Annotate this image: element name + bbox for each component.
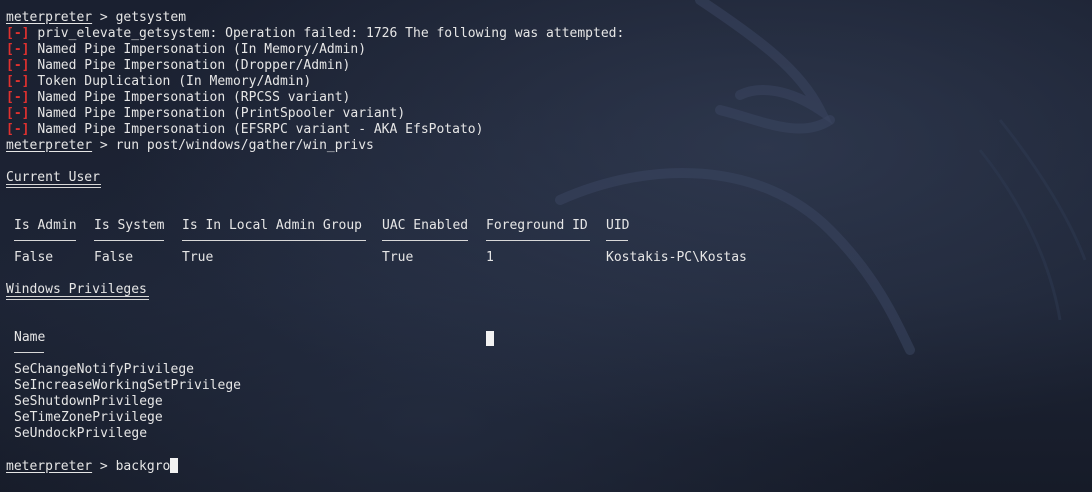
- error-tag: [-]: [6, 42, 30, 57]
- privilege-name: SeUndockPrivilege: [14, 426, 148, 441]
- error-line: [-] priv_elevate_getsystem: Operation fa…: [6, 26, 1092, 42]
- error-tag: [-]: [6, 122, 30, 137]
- column-header: Foreground ID: [486, 218, 588, 233]
- list-item: SeChangeNotifyPrivilege: [6, 362, 1092, 378]
- table-row: False False True True 1 Kostakis-PC\Kost…: [6, 250, 1092, 266]
- privilege-name: SeChangeNotifyPrivilege: [14, 362, 195, 377]
- table-cell: 1: [486, 250, 494, 265]
- table-cell: False: [14, 250, 54, 265]
- header-underline: [382, 240, 468, 241]
- terminal-output[interactable]: meterpreter > getsystem [-] priv_elevate…: [6, 10, 1092, 474]
- error-text: Named Pipe Impersonation (PrintSpooler v…: [37, 106, 406, 121]
- prompt-separator: >: [92, 138, 116, 153]
- error-line: [-] Named Pipe Impersonation (PrintSpool…: [6, 106, 1092, 122]
- table-cell: True: [182, 250, 214, 265]
- command-input[interactable]: backgro: [116, 459, 171, 474]
- privilege-name: SeIncreaseWorkingSetPrivilege: [14, 378, 241, 393]
- error-tag: [-]: [6, 58, 30, 73]
- error-text: priv_elevate_getsystem: Operation failed…: [37, 26, 625, 41]
- table-header: Is Admin Is System Is In Local Admin Gro…: [6, 218, 1092, 234]
- error-tag: [-]: [6, 74, 30, 89]
- section-title-current-user: Current User: [6, 170, 1092, 188]
- prompt-line: meterpreter > getsystem: [6, 10, 1092, 26]
- column-header: UID: [606, 218, 630, 233]
- error-line: [-] Named Pipe Impersonation (EFSRPC var…: [6, 122, 1092, 138]
- column-header: Is Admin: [14, 218, 77, 233]
- prompt: meterpreter: [6, 138, 93, 153]
- list-item: SeUndockPrivilege: [6, 426, 1092, 442]
- command-text: run post/windows/gather/win_privs: [115, 138, 374, 153]
- error-line: [-] Token Duplication (In Memory/Admin): [6, 74, 1092, 90]
- prompt-line: meterpreter > run post/windows/gather/wi…: [6, 138, 1092, 154]
- header-underline: [486, 240, 590, 241]
- header-underline: [14, 352, 44, 353]
- header-underline-row: [6, 346, 1092, 362]
- list-item: SeIncreaseWorkingSetPrivilege: [6, 378, 1092, 394]
- header-underline: [14, 240, 76, 241]
- stray-cursor-block: [486, 331, 494, 346]
- prompt-separator: >: [92, 459, 116, 474]
- text-cursor: [170, 458, 179, 473]
- column-header: Is In Local Admin Group: [182, 218, 363, 233]
- privilege-name: SeTimeZonePrivilege: [14, 410, 163, 425]
- error-line: [-] Named Pipe Impersonation (RPCSS vari…: [6, 90, 1092, 106]
- command-text: getsystem: [115, 10, 187, 25]
- error-tag: [-]: [6, 26, 30, 41]
- error-text: Named Pipe Impersonation (EFSRPC variant…: [37, 122, 484, 137]
- privilege-name: SeShutdownPrivilege: [14, 394, 163, 409]
- column-header: Is System: [94, 218, 165, 233]
- column-header: Name: [14, 330, 46, 345]
- error-text: Named Pipe Impersonation (Dropper/Admin): [37, 58, 351, 73]
- table-cell: True: [382, 250, 414, 265]
- error-text: Token Duplication (In Memory/Admin): [37, 74, 312, 89]
- error-text: Named Pipe Impersonation (RPCSS variant): [37, 90, 351, 105]
- header-underline: [606, 240, 628, 241]
- list-item: SeTimeZonePrivilege: [6, 410, 1092, 426]
- prompt: meterpreter: [6, 10, 93, 25]
- section-title-windows-privileges: Windows Privileges: [6, 282, 1092, 300]
- prompt-separator: >: [92, 10, 116, 25]
- table-cell: Kostakis-PC\Kostas: [606, 250, 747, 265]
- error-line: [-] Named Pipe Impersonation (In Memory/…: [6, 42, 1092, 58]
- error-line: [-] Named Pipe Impersonation (Dropper/Ad…: [6, 58, 1092, 74]
- prompt: meterpreter: [6, 459, 93, 474]
- header-underline: [94, 240, 164, 241]
- error-tag: [-]: [6, 90, 30, 105]
- column-header: UAC Enabled: [382, 218, 469, 233]
- error-tag: [-]: [6, 106, 30, 121]
- table-cell: False: [94, 250, 134, 265]
- active-prompt-line[interactable]: meterpreter > backgro: [6, 458, 1092, 474]
- table-header: Name: [6, 330, 1092, 346]
- error-text: Named Pipe Impersonation (In Memory/Admi…: [37, 42, 367, 57]
- header-underline: [182, 240, 366, 241]
- list-item: SeShutdownPrivilege: [6, 394, 1092, 410]
- header-underline-row: [6, 234, 1092, 250]
